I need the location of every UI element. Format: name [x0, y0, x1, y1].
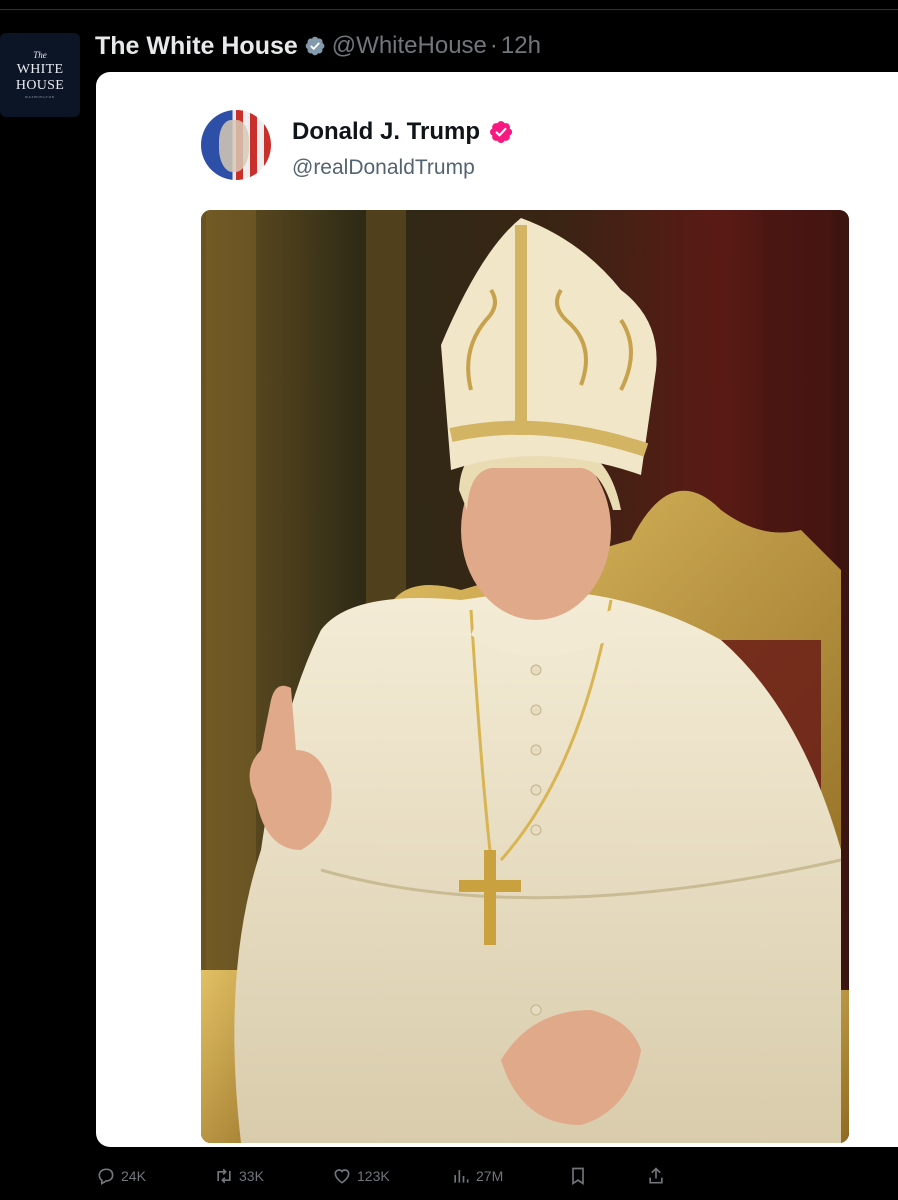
embedded-author-name: Donald J. Trump	[292, 118, 514, 146]
avatar-text-washington: WASHINGTON	[25, 95, 55, 99]
header-separator: ·	[489, 32, 498, 59]
author-name[interactable]: The White House	[95, 32, 298, 61]
bookmark-button[interactable]	[568, 1162, 593, 1190]
media-card[interactable]: Donald J. Trump @realDonaldTrump	[96, 72, 898, 1147]
share-icon	[649, 1167, 663, 1184]
tweet-actions: 24K 33K 123K 27M	[96, 1162, 696, 1190]
post-image[interactable]	[201, 210, 849, 1143]
verified-badge-icon	[305, 36, 325, 56]
share-button[interactable]	[646, 1162, 671, 1190]
views-bar-chart-icon	[454, 1170, 469, 1183]
like-button[interactable]: 123K	[332, 1162, 390, 1190]
view-count: 27M	[476, 1168, 504, 1184]
top-divider	[0, 9, 898, 10]
repost-count: 33K	[239, 1168, 264, 1184]
avatar-text-white: WHITE	[16, 62, 64, 77]
post-image-illustration	[201, 210, 849, 1143]
heart-icon	[334, 1169, 350, 1184]
embedded-verified-badge-icon	[490, 121, 513, 143]
author-handle[interactable]: @WhiteHouse	[332, 32, 487, 60]
embedded-avatar	[201, 110, 271, 180]
reply-count: 24K	[121, 1168, 146, 1184]
avatar-text-house: HOUSE	[15, 78, 65, 93]
avatar-text-the: The	[33, 50, 47, 60]
embedded-avatar-face	[219, 120, 249, 172]
repost-button[interactable]: 33K	[214, 1162, 264, 1190]
like-count: 123K	[357, 1168, 390, 1184]
embedded-author-name-text: Donald J. Trump	[292, 118, 481, 145]
timestamp[interactable]: 12h	[501, 32, 541, 60]
embedded-author-handle: @realDonaldTrump	[292, 156, 475, 179]
avatar[interactable]: The WHITE HOUSE WASHINGTON	[0, 33, 80, 117]
reply-button[interactable]: 24K	[96, 1162, 146, 1190]
reply-icon	[98, 1168, 114, 1185]
views-button[interactable]: 27M	[451, 1162, 503, 1190]
bookmark-icon	[572, 1167, 584, 1186]
tweet-header: The White House @WhiteHouse · 12h	[95, 28, 541, 64]
repost-icon	[217, 1168, 231, 1184]
